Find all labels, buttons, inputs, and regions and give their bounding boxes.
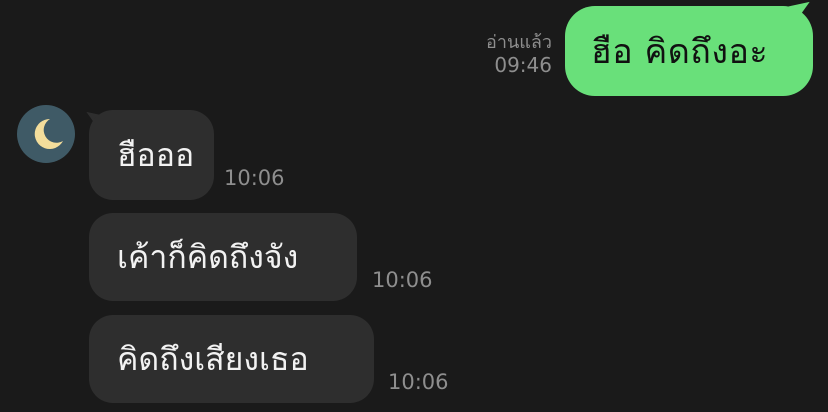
incoming-message-bubble[interactable]: คิดถึงเสียงเธอ	[89, 315, 374, 403]
contact-avatar[interactable]	[17, 105, 75, 163]
incoming-message-text: คิดถึงเสียงเธอ	[117, 339, 309, 378]
outgoing-message-bubble[interactable]: ฮือ คิดถึงอะ	[565, 6, 813, 96]
outgoing-meta: อ่านแล้ว 09:46	[486, 32, 552, 77]
outgoing-message-text: ฮือ คิดถึงอะ	[591, 32, 769, 72]
incoming-message-bubble[interactable]: เค้าก็คิดถึงจัง	[89, 213, 357, 301]
incoming-timestamp: 10:06	[388, 370, 449, 394]
incoming-message-bubble[interactable]: ฮือออ	[89, 110, 214, 200]
incoming-message-text: เค้าก็คิดถึงจัง	[117, 237, 299, 276]
crescent-moon-icon	[34, 118, 63, 149]
read-receipt: อ่านแล้ว	[486, 32, 552, 53]
chat-area: อ่านแล้ว 09:46 ฮือ คิดถึงอะ ฮือออ 10:06 …	[0, 0, 828, 412]
outgoing-timestamp: 09:46	[494, 52, 552, 77]
incoming-message-text: ฮือออ	[117, 135, 195, 174]
incoming-timestamp: 10:06	[372, 268, 433, 292]
incoming-timestamp: 10:06	[224, 166, 285, 190]
